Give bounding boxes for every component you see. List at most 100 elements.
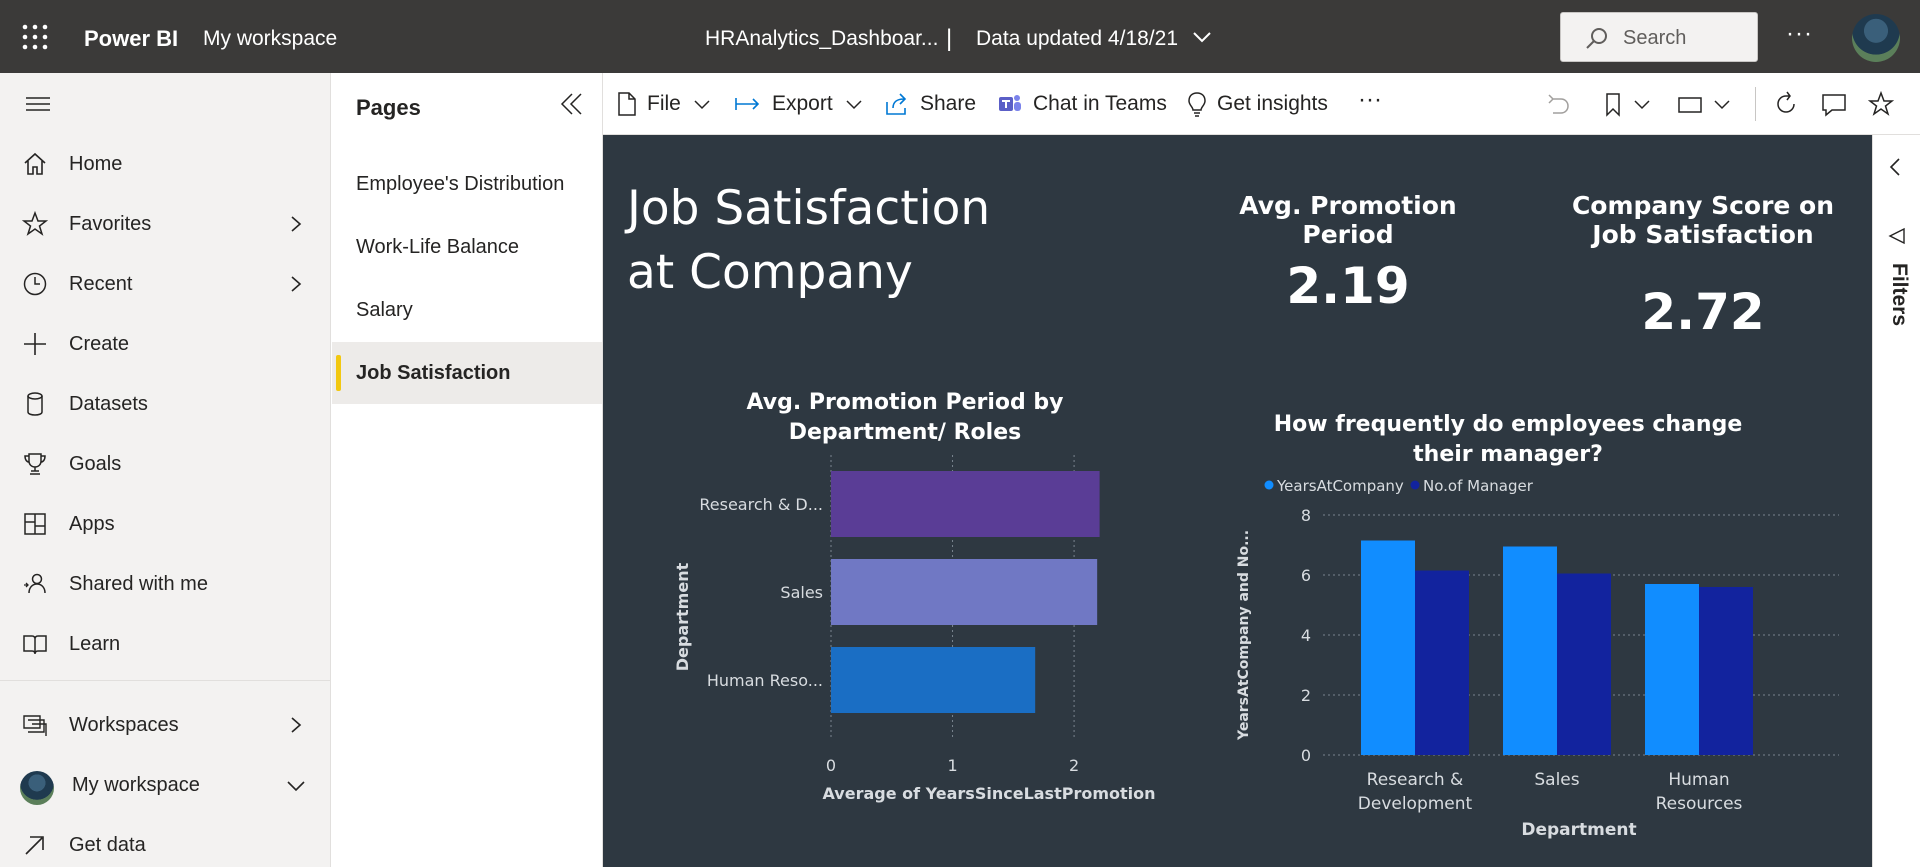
x-axis-title: Department [1521,820,1636,840]
manager-change-chart[interactable]: YearsAtCompany No.of Manager 0 2 4 6 8 Research… [1223,475,1863,865]
nav-label: Home [69,153,123,175]
nav-item-home[interactable]: Home [0,139,331,189]
hamburger-menu-icon[interactable] [26,95,50,113]
column-No.of Manager-1 [1557,573,1611,755]
home-icon [24,152,46,175]
chevron-down-icon [287,781,305,792]
page-tab-label: Work-Life Balance [356,236,520,258]
chevron-down-icon[interactable] [1713,98,1731,110]
toolbar-divider [1755,87,1756,121]
report-canvas: Job Satisfaction at Company Avg. Promoti… [603,135,1872,867]
nav-item-create[interactable]: Create [0,319,331,369]
export-menu-button[interactable]: Export [734,89,863,119]
chat-label: Chat in Teams [1033,92,1167,115]
plus-icon [24,333,46,355]
promotion-bar-chart[interactable]: 0 1 2 Research & D... Sales Human Reso... Aver… [643,455,1203,865]
kpi-avg-promotion-value: 2.19 [1286,257,1410,315]
x-tick-label: 2 [1069,756,1079,775]
report-name[interactable]: HRAnalytics_Dashboar... [705,27,938,51]
nav-label: Create [69,333,130,355]
user-avatar[interactable] [1852,14,1900,62]
data-updated-label[interactable]: Data updated 4/18/21 [976,27,1178,51]
share-label: Share [920,92,977,115]
category-label: Human Reso... [707,671,823,690]
nav-item-favorites[interactable]: Favorites [0,199,331,249]
file-menu-button[interactable]: File [617,89,711,119]
share-button[interactable]: Share [884,89,976,119]
toolbar-more-button[interactable]: ··· [1358,85,1382,115]
refresh-icon[interactable] [1773,91,1799,117]
y-tick-label: 0 [1301,746,1311,765]
nav-item-get-data[interactable]: Get data [0,820,331,867]
kpi-job-satisfaction-value: 2.72 [1641,283,1765,341]
y-axis-title: Department [673,562,692,671]
nav-item-goals[interactable]: Goals [0,439,331,489]
kpi-avg-promotion-label: Avg. Promotion Period [1239,191,1457,249]
y-tick-label: 4 [1301,626,1311,645]
x-tick-label: 1 [947,756,957,775]
nav-item-shared-with-me[interactable]: Shared with me [0,559,331,609]
star-icon [22,211,48,236]
search-box[interactable] [1560,12,1758,62]
chevron-down-icon [694,100,710,110]
lightbulb-icon [1188,92,1206,117]
chevron-right-icon [291,717,302,733]
favorite-star-icon[interactable] [1868,91,1894,117]
trophy-icon [24,453,46,475]
undo-icon[interactable] [1545,93,1571,117]
view-icon[interactable] [1677,95,1703,115]
legend-marker [1410,480,1420,490]
pages-title: Pages [356,95,421,120]
nav-label: Favorites [69,213,152,235]
more-options-button[interactable]: ··· [1786,20,1813,48]
comment-icon[interactable] [1821,92,1847,118]
nav-item-learn[interactable]: Learn [0,619,331,669]
filters-pane[interactable]: Filters [1872,135,1920,867]
report-toolbar: File Export Share Chat in Teams Get insi… [603,73,1920,135]
nav-item-recent[interactable]: Recent [0,259,331,309]
get-insights-button[interactable]: Get insights [1187,89,1328,119]
chevron-right-icon [291,276,302,292]
brand-link[interactable]: Power BI [84,26,178,52]
search-input[interactable] [1623,26,1743,50]
category-label: Sales [1534,770,1579,790]
arrow-up-right-icon [25,836,44,855]
nav-item-apps[interactable]: Apps [0,499,331,549]
workspace-breadcrumb[interactable]: My workspace [203,27,337,51]
clock-icon [23,272,47,296]
shared-icon [24,573,46,594]
nav-item-datasets[interactable]: Datasets [0,379,331,429]
legend-label: No.of Manager [1423,477,1534,495]
export-icon [735,98,760,110]
nav-label: Learn [69,633,121,655]
report-title: Job Satisfaction at Company [627,181,991,300]
page-tab-salary[interactable]: Salary [332,279,602,341]
chat-in-teams-button[interactable]: Chat in Teams [997,89,1167,119]
app-launcher-icon[interactable] [22,24,48,50]
collapse-pane-icon[interactable] [558,91,584,117]
nav-label: My workspace [72,774,200,796]
bookmark-icon[interactable] [1603,92,1623,118]
nav-item-workspaces[interactable]: Workspaces [0,700,331,750]
page-tab-employees-distribution[interactable]: Employee's Distribution [332,153,602,215]
nav-item-my-workspace[interactable]: My workspace [0,760,331,810]
nav-label: Goals [69,453,122,475]
category-label: Resources [1656,794,1743,814]
page-tab-label: Salary [356,299,413,321]
legend-label: YearsAtCompany [1276,477,1404,495]
page-tab-work-life-balance[interactable]: Work-Life Balance [332,216,602,278]
chevron-down-icon[interactable] [1192,30,1212,44]
column-No.of Manager-2 [1699,587,1753,755]
chevron-down-icon [846,100,862,110]
y-tick-label: 6 [1301,566,1311,585]
search-icon [1586,28,1607,49]
chevron-left-icon[interactable] [1888,157,1902,177]
nav-label: Get data [69,834,146,856]
chevron-down-icon[interactable] [1633,98,1651,110]
column-No.of Manager-0 [1415,570,1469,755]
bar-1 [831,559,1098,625]
column-YearsAtCompany-2 [1645,584,1699,755]
page-tab-job-satisfaction[interactable]: Job Satisfaction [332,342,602,404]
chevron-right-icon [291,216,302,232]
column-YearsAtCompany-0 [1361,540,1415,755]
